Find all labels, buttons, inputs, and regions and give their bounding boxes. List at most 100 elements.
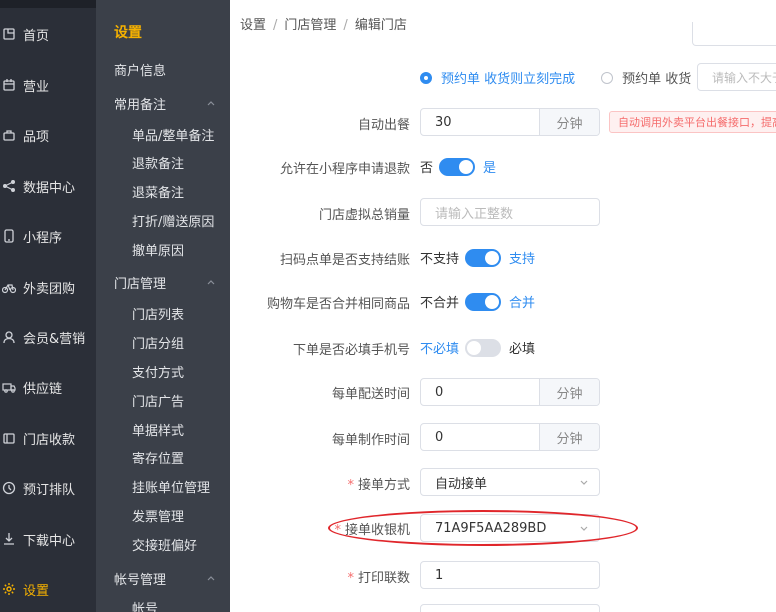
cart-merge-switch[interactable]: [465, 292, 502, 311]
breadcrumb-separator: /: [343, 18, 348, 33]
phone-required-switch[interactable]: [465, 338, 502, 357]
sidebar-item-discount-reason[interactable]: 打折/赠送原因: [132, 211, 214, 230]
cart-merge-on-label[interactable]: 合并: [509, 292, 535, 311]
nav-item-label: 门店收款: [23, 432, 76, 448]
mini-refund-on-label[interactable]: 是: [483, 157, 496, 176]
nav-item-supply-chain[interactable]: 供应链: [0, 370, 96, 404]
sidebar-topbar: [0, 0, 96, 8]
sidebar-item-payment-methods[interactable]: 支付方式: [132, 362, 184, 381]
mini-refund-label: 允许在小程序申请退款: [279, 162, 410, 177]
preorder-radio-group: 预约单 收货则立刻完成 预约单 收货: [420, 68, 691, 87]
sidebar-item-credit-unit[interactable]: 挂账单位管理: [132, 477, 210, 496]
auto-serve-value[interactable]: 30: [421, 109, 539, 135]
scan-checkout-on-label[interactable]: 支持: [509, 248, 535, 267]
delivery-time-label: 每单配送时间: [331, 387, 410, 402]
preorder-threshold-input[interactable]: 请输入不大于: [697, 63, 776, 91]
sidebar-group-label: 常用备注: [114, 98, 167, 113]
nav-item-reservation[interactable]: 预订排队: [0, 471, 96, 505]
wallet-icon: [2, 431, 16, 445]
nav-item-settings[interactable]: 设置: [0, 572, 96, 606]
delivery-time-value[interactable]: 0: [421, 379, 539, 405]
truck-icon: [2, 380, 16, 394]
nav-item-label: 品项: [23, 129, 50, 145]
clock-icon: [2, 481, 16, 495]
phone-required-off-label[interactable]: 不必填: [420, 338, 459, 357]
chevron-up-icon: [207, 576, 215, 581]
breadcrumb-item[interactable]: 设置: [240, 18, 266, 33]
prep-time-input[interactable]: 0 分钟: [420, 423, 600, 451]
sidebar-item-invoice[interactable]: 发票管理: [132, 506, 184, 525]
nav-item-home[interactable]: 首页: [0, 17, 96, 51]
phone-icon: [2, 229, 16, 243]
accept-mode-value: 自动接单: [435, 476, 488, 492]
sidebar-item-cancel-reason[interactable]: 撤单原因: [132, 240, 184, 259]
preorder-radio-complete[interactable]: [420, 71, 432, 84]
delivery-time-unit: 分钟: [539, 379, 599, 405]
phone-required-on-label[interactable]: 必填: [509, 338, 535, 357]
auto-serve-input[interactable]: 30 分钟: [420, 108, 600, 136]
nav-item-business[interactable]: 营业: [0, 68, 96, 102]
phone-required-label: 下单是否必填手机号: [292, 343, 410, 358]
required-marker: *: [347, 478, 354, 493]
breadcrumb-item[interactable]: 门店管理: [284, 18, 336, 33]
sidebar-item-refund-notes[interactable]: 退款备注: [132, 153, 184, 172]
partial-input-field[interactable]: [692, 22, 776, 46]
sidebar-group-common-notes[interactable]: 常用备注: [114, 94, 230, 113]
accept-cashier-select[interactable]: 71A9F5AA289BD: [420, 514, 600, 542]
nav-item-label: 外卖团购: [23, 281, 76, 297]
nav-item-delivery[interactable]: 外卖团购: [0, 270, 96, 304]
nav-item-mini-program[interactable]: 小程序: [0, 219, 96, 253]
nav-item-download[interactable]: 下载中心: [0, 522, 96, 556]
breadcrumb: 设置 / 门店管理 / 编辑门店: [240, 14, 407, 33]
scan-checkout-switch[interactable]: [465, 248, 502, 267]
scan-checkout-label: 扫码点单是否支持结账: [279, 253, 410, 268]
nav-item-store-payment[interactable]: 门店收款: [0, 421, 96, 455]
prep-time-value[interactable]: 0: [421, 424, 539, 450]
auto-serve-alert: 自动调用外卖平台出餐接口，提高: [609, 111, 776, 133]
preorder-option-receive-label[interactable]: 预约单 收货: [622, 68, 691, 87]
auto-serve-unit: 分钟: [539, 109, 599, 135]
nav-item-label: 营业: [23, 79, 50, 95]
next-field-input[interactable]: [420, 604, 600, 612]
cart-merge-off-label[interactable]: 不合并: [420, 292, 459, 311]
sidebar-item-account[interactable]: 帐号: [132, 598, 158, 612]
sidebar-item-merchant-info[interactable]: 商户信息: [114, 60, 166, 79]
nav-item-data-center[interactable]: 数据中心: [0, 169, 96, 203]
print-copies-input[interactable]: 1: [420, 561, 600, 589]
secondary-sidebar-title: 设置: [114, 25, 142, 41]
sidebar-item-receipt-style[interactable]: 单据样式: [132, 420, 184, 439]
gear-icon: [2, 582, 16, 596]
sidebar-item-shift-preference[interactable]: 交接班偏好: [132, 535, 197, 554]
auto-serve-label: 自动出餐: [357, 118, 410, 133]
bag-icon: [2, 128, 16, 142]
required-marker: *: [334, 523, 341, 538]
bike-icon: [2, 280, 16, 294]
sidebar-item-notes[interactable]: 单品/整单备注: [132, 125, 214, 144]
preorder-option-complete-label[interactable]: 预约单 收货则立刻完成: [441, 68, 575, 87]
delivery-time-input[interactable]: 0 分钟: [420, 378, 600, 406]
sidebar-group-label: 帐号管理: [114, 573, 167, 588]
preorder-radio-receive[interactable]: [601, 71, 614, 84]
sidebar-item-store-group[interactable]: 门店分组: [132, 333, 184, 352]
share-icon: [2, 179, 16, 193]
sidebar-item-store-list[interactable]: 门店列表: [132, 304, 184, 323]
virtual-sales-input[interactable]: 请输入正整数: [420, 198, 600, 226]
accept-mode-label-text: 接单方式: [357, 478, 410, 493]
nav-item-products[interactable]: 品项: [0, 118, 96, 152]
sidebar-item-storage-location[interactable]: 寄存位置: [132, 448, 184, 467]
user-icon: [2, 330, 16, 344]
sidebar-item-store-ads[interactable]: 门店广告: [132, 391, 184, 410]
sidebar-item-return-notes[interactable]: 退菜备注: [132, 182, 184, 201]
scan-checkout-off-label[interactable]: 不支持: [420, 248, 459, 267]
nav-item-label: 数据中心: [23, 180, 76, 196]
accept-mode-select[interactable]: 自动接单: [420, 468, 600, 496]
mini-refund-switch[interactable]: [439, 157, 476, 176]
sidebar-group-account-management[interactable]: 帐号管理: [114, 569, 230, 588]
print-copies-label-text: 打印联数: [357, 571, 410, 586]
sidebar-group-store-management[interactable]: 门店管理: [114, 273, 230, 292]
cart-merge-toggle-row: 不合并 合并: [420, 292, 535, 311]
nav-item-member[interactable]: 会员&营销: [0, 320, 96, 354]
accept-cashier-label-text: 接单收银机: [344, 523, 410, 538]
mini-refund-off-label[interactable]: 否: [420, 157, 433, 176]
required-marker: *: [347, 571, 354, 586]
